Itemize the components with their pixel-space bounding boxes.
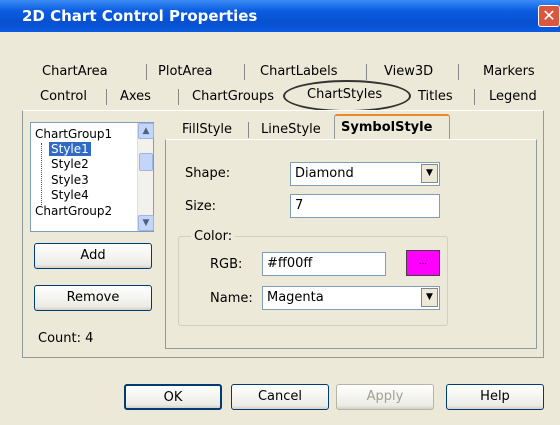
close-icon[interactable]: ✕	[538, 5, 560, 27]
tab-view3d[interactable]: View3D	[384, 64, 433, 79]
tab-divider	[244, 64, 245, 80]
tab-divider	[458, 64, 459, 80]
remove-button[interactable]: Remove	[34, 285, 152, 311]
count-label: Count: 4	[38, 331, 94, 346]
help-button[interactable]: Help	[446, 384, 544, 410]
window-title: 2D Chart Control Properties	[22, 7, 258, 25]
subtab-symbolstyle[interactable]: SymbolStyle	[341, 120, 432, 135]
title-bar: 2D Chart Control Properties	[0, 0, 560, 32]
tab-divider	[248, 122, 249, 138]
chart-groups-tree[interactable]: ChartGroup1 Style1 Style2 Style3 Style4 …	[30, 122, 154, 232]
shape-label: Shape:	[185, 166, 231, 181]
scroll-thumb[interactable]	[139, 153, 153, 171]
tab-plotarea[interactable]: PlotArea	[158, 64, 212, 79]
tab-control[interactable]: Control	[40, 89, 87, 104]
color-name-dropdown[interactable]: Magenta ▼	[262, 286, 440, 310]
ok-button[interactable]: OK	[124, 384, 222, 410]
properties-dialog: 2D Chart Control Properties ✕ ChartArea …	[0, 0, 560, 425]
color-group-label: Color:	[191, 229, 236, 244]
tab-titles[interactable]: Titles	[418, 89, 453, 104]
size-input[interactable]: 7	[290, 194, 440, 218]
tab-divider	[106, 89, 107, 105]
shape-value: Diamond	[295, 166, 354, 181]
name-label: Name:	[210, 291, 253, 306]
highlight-ellipse	[283, 80, 411, 112]
tree-item-chartgroup1[interactable]: ChartGroup1	[35, 127, 112, 141]
tab-chartarea[interactable]: ChartArea	[42, 64, 108, 79]
tree-item-style3[interactable]: Style3	[51, 173, 89, 187]
tree-item-chartgroup2[interactable]: ChartGroup2	[35, 204, 112, 218]
tab-divider	[366, 64, 367, 80]
rgb-input[interactable]: #ff00ff	[262, 252, 386, 276]
tree-scrollbar[interactable]: ▲ ▼	[137, 123, 154, 231]
subtab-fillstyle[interactable]: FillStyle	[182, 122, 232, 137]
rgb-label: RGB:	[210, 257, 243, 272]
tab-divider	[474, 89, 475, 105]
chevron-up-icon[interactable]: ▲	[138, 123, 154, 139]
color-name-value: Magenta	[267, 290, 324, 305]
shape-dropdown[interactable]: Diamond ▼	[290, 162, 440, 186]
tab-markers[interactable]: Markers	[483, 64, 535, 79]
tree-item-style4[interactable]: Style4	[51, 188, 89, 202]
tree-item-style1[interactable]: Style1	[49, 142, 91, 156]
add-button[interactable]: Add	[34, 243, 152, 269]
tree-line	[41, 143, 42, 205]
tab-chartlabels[interactable]: ChartLabels	[260, 64, 338, 79]
tab-divider	[146, 64, 147, 80]
chevron-down-icon[interactable]: ▼	[421, 164, 438, 183]
chevron-down-icon[interactable]: ▼	[421, 288, 438, 307]
tab-legend[interactable]: Legend	[489, 89, 537, 104]
tree-item-style2[interactable]: Style2	[51, 157, 89, 171]
tab-divider	[178, 89, 179, 105]
tab-axes[interactable]: Axes	[120, 89, 151, 104]
apply-button[interactable]: Apply	[336, 384, 434, 410]
size-label: Size:	[185, 199, 217, 214]
color-swatch-button[interactable]: ...	[406, 250, 440, 276]
tab-chartgroups[interactable]: ChartGroups	[192, 89, 274, 104]
chevron-down-icon[interactable]: ▼	[138, 215, 154, 231]
subtab-linestyle[interactable]: LineStyle	[261, 122, 321, 137]
cancel-button[interactable]: Cancel	[231, 384, 329, 410]
